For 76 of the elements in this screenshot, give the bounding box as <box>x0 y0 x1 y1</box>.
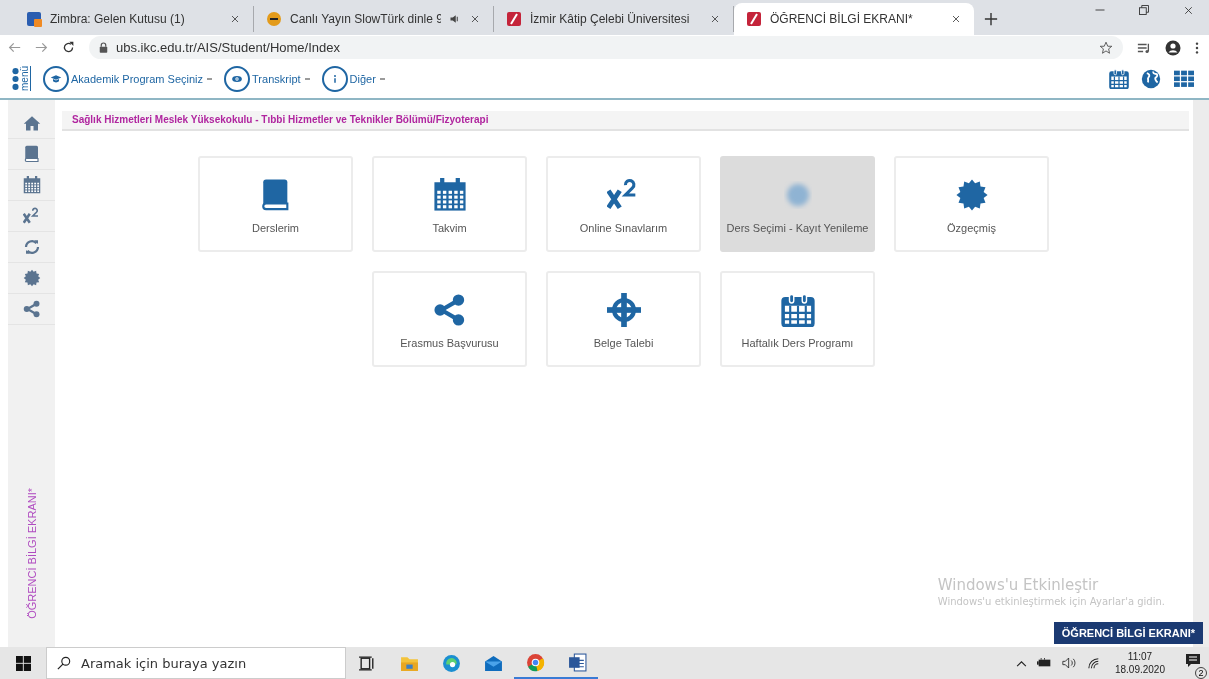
header-menu-icon <box>43 66 69 92</box>
badge-icon <box>22 269 41 287</box>
account-icon[interactable] <box>1165 39 1181 56</box>
calendar-icon <box>780 292 815 327</box>
calendar-icon <box>432 177 467 212</box>
header-menu[interactable]: Diğer <box>321 66 385 92</box>
scrollbar[interactable] <box>1193 100 1209 647</box>
back-arrow-icon[interactable] <box>8 41 21 54</box>
volume-icon[interactable] <box>1061 657 1077 669</box>
search-icon <box>57 656 71 670</box>
activation-title: Windows'u Etkinleştir <box>937 576 1100 594</box>
search-field[interactable]: Aramak için buraya yazın <box>46 647 346 679</box>
menu-tile[interactable]: Özgeçmiş <box>894 156 1049 252</box>
menu-logo-text[interactable]: menü <box>20 66 31 92</box>
header-menu-icon <box>321 66 348 92</box>
restore-icon[interactable] <box>1138 3 1150 17</box>
clock-time: 11:07 <box>1127 650 1153 663</box>
site-favicon-icon <box>26 11 42 27</box>
menu-tile[interactable]: Belge Talebi <box>546 271 701 367</box>
crosshair-icon <box>606 292 641 327</box>
breadcrumb: Sağlık Hizmetleri Meslek Yüksekokulu - Tıbbi Hizmetler ve Teknikler Bölümü/Fizyoterapi <box>62 111 1189 131</box>
book-icon <box>22 145 41 163</box>
close-icon[interactable] <box>950 13 962 25</box>
superscript-icon <box>22 207 41 225</box>
notification-count: 2 <box>1195 667 1207 679</box>
tab-title: Zimbra: Gelen Kutusu (1) <box>50 12 186 26</box>
address-field[interactable]: ubs.ikc.edu.tr/AIS/Student/Home/Index <box>89 36 1123 59</box>
forward-arrow-icon[interactable] <box>35 41 48 54</box>
battery-icon[interactable] <box>1036 658 1052 668</box>
site-favicon-icon <box>746 11 762 27</box>
url-text: ubs.ikc.edu.tr/AIS/Student/Home/Index <box>116 40 341 55</box>
lock-icon <box>99 42 108 53</box>
menu-tile[interactable]: Derslerim <box>198 156 353 252</box>
plus-icon[interactable] <box>984 12 998 26</box>
menu-tile[interactable]: Online Sınavlarım <box>546 156 701 252</box>
close-icon[interactable] <box>469 13 481 25</box>
home-icon <box>22 114 41 132</box>
share-icon <box>22 300 41 318</box>
menu-tile[interactable]: Haftalık Ders Programı <box>720 271 875 367</box>
more-options-icon[interactable] <box>1195 40 1199 55</box>
star-icon[interactable] <box>1099 40 1113 55</box>
header-menu[interactable]: Akademik Program Seçiniz <box>43 66 213 92</box>
badge-icon <box>954 177 989 212</box>
tab-title: ÖĞRENCİ BİLGİ EKRANI* <box>770 12 914 26</box>
page-title-label: ÖĞRENCİ BİLGİ EKRANI* <box>1053 622 1203 644</box>
dropdown-caret-icon <box>379 78 385 80</box>
browser-tab[interactable]: Zimbra: Gelen Kutusu (1) <box>14 6 254 32</box>
apps-grid-icon[interactable] <box>1173 69 1195 89</box>
speaker-icon[interactable] <box>449 13 461 25</box>
wifi-icon[interactable] <box>1086 657 1101 669</box>
dropdown-caret-icon <box>304 78 310 80</box>
chevron-up-icon[interactable] <box>1015 659 1027 667</box>
site-favicon-icon <box>506 11 522 27</box>
browser-tab[interactable]: ÖĞRENCİ BİLGİ EKRANI* <box>734 3 974 35</box>
site-favicon-icon <box>266 11 282 27</box>
share-icon <box>432 292 467 327</box>
browser-tab[interactable]: İzmir Kâtip Çelebi Üniversitesi <box>494 6 734 32</box>
calendar-icon <box>22 176 41 194</box>
close-icon[interactable] <box>229 13 241 25</box>
clock-date: 18.09.2020 <box>1114 663 1165 676</box>
header-menu-icon <box>224 66 251 92</box>
vertical-page-title: ÖĞRENCİ BİLGİ EKRANI* <box>25 488 38 619</box>
menu-tile[interactable]: Ders Seçimi - Kayıt Yenileme <box>720 156 875 252</box>
header-menu[interactable]: Transkript <box>224 66 310 92</box>
sync-icon <box>22 238 41 256</box>
dots-icon <box>12 67 19 91</box>
close-icon[interactable] <box>709 13 721 25</box>
menu-tile[interactable]: Takvim <box>372 156 527 252</box>
clock[interactable]: 11:07 18.09.2020 <box>1114 650 1165 676</box>
globe-icon[interactable] <box>1141 69 1161 89</box>
dropdown-caret-icon <box>207 78 213 80</box>
menu-tile[interactable]: Erasmus Başvurusu <box>372 271 527 367</box>
reload-icon[interactable] <box>62 41 75 54</box>
tab-title: İzmir Kâtip Çelebi Üniversitesi <box>530 12 691 26</box>
notification-icon[interactable] <box>1185 653 1201 669</box>
calendar-icon[interactable] <box>1109 69 1129 89</box>
